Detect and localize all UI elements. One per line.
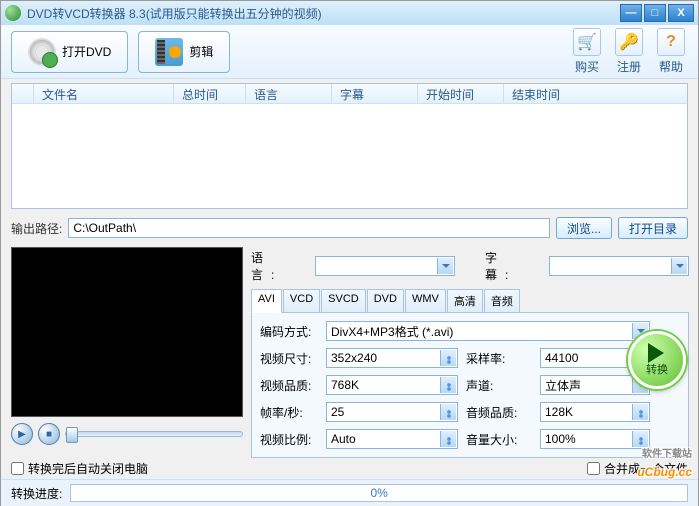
edit-label: 剪辑 bbox=[189, 43, 213, 60]
spinner-icon bbox=[440, 404, 456, 420]
progress-bar: 0% bbox=[70, 484, 688, 502]
size-label: 视频尺寸: bbox=[260, 350, 318, 367]
col-duration[interactable]: 总时间 bbox=[174, 84, 246, 103]
open-dvd-label: 打开DVD bbox=[62, 43, 111, 60]
channel-label: 声道: bbox=[466, 377, 532, 394]
spinner-icon bbox=[440, 377, 456, 393]
help-label: 帮助 bbox=[654, 58, 688, 75]
vq-combo[interactable]: 768K bbox=[326, 375, 458, 395]
spinner-icon bbox=[440, 350, 456, 366]
dvd-icon bbox=[28, 38, 56, 66]
sample-label: 采样率: bbox=[466, 350, 532, 367]
aq-combo[interactable]: 128K bbox=[540, 402, 650, 422]
subtitle-label: 字 幕: bbox=[485, 249, 545, 283]
window-title: DVD转VCD转换器 8.3(试用版只能转换出五分钟的视频) bbox=[27, 5, 620, 22]
tab-avi[interactable]: AVI bbox=[251, 289, 282, 313]
col-subtitle[interactable]: 字幕 bbox=[332, 84, 418, 103]
cart-icon: 🛒 bbox=[573, 28, 601, 56]
output-path-label: 输出路径: bbox=[11, 220, 62, 237]
aq-label: 音频品质: bbox=[466, 404, 532, 421]
file-list[interactable]: 文件名 总时间 语言 字幕 开始时间 结束时间 bbox=[11, 83, 688, 209]
tab-dvd[interactable]: DVD bbox=[367, 289, 404, 312]
app-icon bbox=[5, 5, 21, 21]
size-combo[interactable]: 352x240 bbox=[326, 348, 458, 368]
convert-label: 转换 bbox=[646, 361, 668, 377]
register-button[interactable]: 🔑 注册 bbox=[612, 28, 646, 75]
col-start[interactable]: 开始时间 bbox=[418, 84, 504, 103]
stop-button[interactable]: ■ bbox=[38, 423, 60, 445]
encode-combo[interactable]: DivX4+MP3格式 (*.avi) bbox=[326, 321, 650, 341]
tab-hd[interactable]: 高清 bbox=[447, 289, 483, 312]
subtitle-combo[interactable] bbox=[549, 256, 689, 276]
spinner-icon bbox=[632, 404, 648, 420]
tab-vcd[interactable]: VCD bbox=[283, 289, 320, 312]
tab-audio[interactable]: 音频 bbox=[484, 289, 520, 312]
fps-label: 帧率/秒: bbox=[260, 404, 318, 421]
chevron-down-icon bbox=[437, 258, 453, 274]
close-button[interactable]: X bbox=[668, 4, 694, 22]
language-combo[interactable] bbox=[315, 256, 455, 276]
output-path-input[interactable] bbox=[68, 218, 550, 238]
tab-svcd[interactable]: SVCD bbox=[321, 289, 366, 312]
col-checkbox[interactable] bbox=[12, 84, 34, 103]
open-dvd-button[interactable]: 打开DVD bbox=[11, 31, 128, 73]
edit-button[interactable]: 剪辑 bbox=[138, 31, 230, 73]
vol-combo[interactable]: 100% bbox=[540, 429, 650, 449]
spinner-icon bbox=[632, 431, 648, 447]
shutdown-label: 转换完后自动关闭电脑 bbox=[28, 460, 148, 477]
buy-button[interactable]: 🛒 购买 bbox=[570, 28, 604, 75]
col-filename[interactable]: 文件名 bbox=[34, 84, 174, 103]
buy-label: 购买 bbox=[570, 58, 604, 75]
vq-label: 视频品质: bbox=[260, 377, 318, 394]
encode-label: 编码方式: bbox=[260, 323, 318, 340]
help-icon: ? bbox=[657, 28, 685, 56]
register-label: 注册 bbox=[612, 58, 646, 75]
browse-button[interactable]: 浏览... bbox=[556, 217, 612, 239]
key-icon: 🔑 bbox=[615, 28, 643, 56]
format-tabs: AVI VCD SVCD DVD WMV 高清 音频 bbox=[251, 289, 689, 313]
play-button[interactable]: ▶ bbox=[11, 423, 33, 445]
fps-combo[interactable]: 25 bbox=[326, 402, 458, 422]
col-end[interactable]: 结束时间 bbox=[504, 84, 590, 103]
minimize-button[interactable]: — bbox=[620, 4, 642, 22]
open-dir-button[interactable]: 打开目录 bbox=[618, 217, 688, 239]
ratio-label: 视频比例: bbox=[260, 431, 318, 448]
merge-checkbox[interactable] bbox=[587, 462, 600, 475]
chevron-down-icon bbox=[671, 258, 687, 274]
maximize-button[interactable]: □ bbox=[644, 4, 666, 22]
col-language[interactable]: 语言 bbox=[246, 84, 332, 103]
seek-slider[interactable] bbox=[65, 431, 243, 437]
spinner-icon bbox=[440, 431, 456, 447]
vol-label: 音量大小: bbox=[466, 431, 532, 448]
convert-button[interactable]: 转换 bbox=[628, 331, 686, 389]
scissors-icon bbox=[155, 38, 183, 66]
language-label: 语 言: bbox=[251, 249, 311, 283]
ratio-combo[interactable]: Auto bbox=[326, 429, 458, 449]
merge-label: 合并成一个文件 bbox=[604, 460, 688, 477]
help-button[interactable]: ? 帮助 bbox=[654, 28, 688, 75]
preview-video bbox=[11, 247, 243, 417]
shutdown-checkbox[interactable] bbox=[11, 462, 24, 475]
tab-wmv[interactable]: WMV bbox=[405, 289, 446, 312]
progress-label: 转换进度: bbox=[11, 485, 62, 502]
